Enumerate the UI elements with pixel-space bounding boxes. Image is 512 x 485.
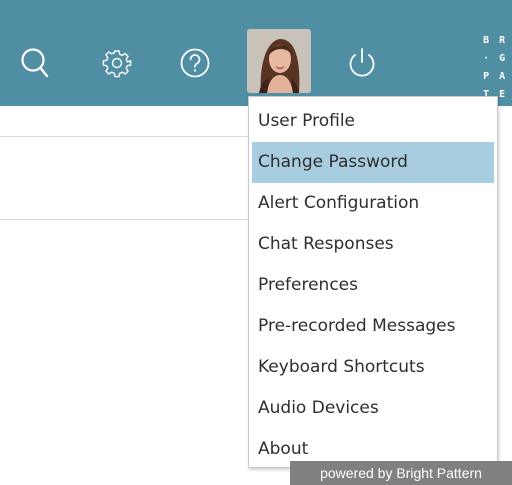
- app-window: BRI· ·GHT PAT· TERN User Profile Change …: [0, 0, 512, 485]
- menu-item-alert-configuration[interactable]: Alert Configuration: [249, 183, 497, 224]
- menu-item-audio-devices[interactable]: Audio Devices: [249, 388, 497, 429]
- top-navigation-bar: BRI· ·GHT PAT· TERN: [0, 0, 512, 106]
- menu-item-preferences[interactable]: Preferences: [249, 265, 497, 306]
- search-icon[interactable]: [15, 43, 55, 83]
- divider: [0, 219, 260, 220]
- user-menu-dropdown: User Profile Change Password Alert Confi…: [248, 96, 498, 468]
- powered-by-banner: powered by Bright Pattern: [290, 461, 512, 485]
- menu-item-chat-responses[interactable]: Chat Responses: [249, 224, 497, 265]
- divider: [0, 136, 260, 137]
- user-avatar[interactable]: [247, 29, 311, 93]
- help-icon[interactable]: [175, 43, 215, 83]
- menu-item-user-profile[interactable]: User Profile: [249, 101, 497, 142]
- menu-item-pre-recorded-messages[interactable]: Pre-recorded Messages: [249, 306, 497, 347]
- power-icon[interactable]: [342, 43, 382, 83]
- bright-pattern-logo: BRI· ·GHT PAT· TERN: [430, 20, 512, 100]
- gear-icon[interactable]: [97, 43, 137, 83]
- menu-item-keyboard-shortcuts[interactable]: Keyboard Shortcuts: [249, 347, 497, 388]
- menu-item-change-password[interactable]: Change Password: [252, 142, 494, 183]
